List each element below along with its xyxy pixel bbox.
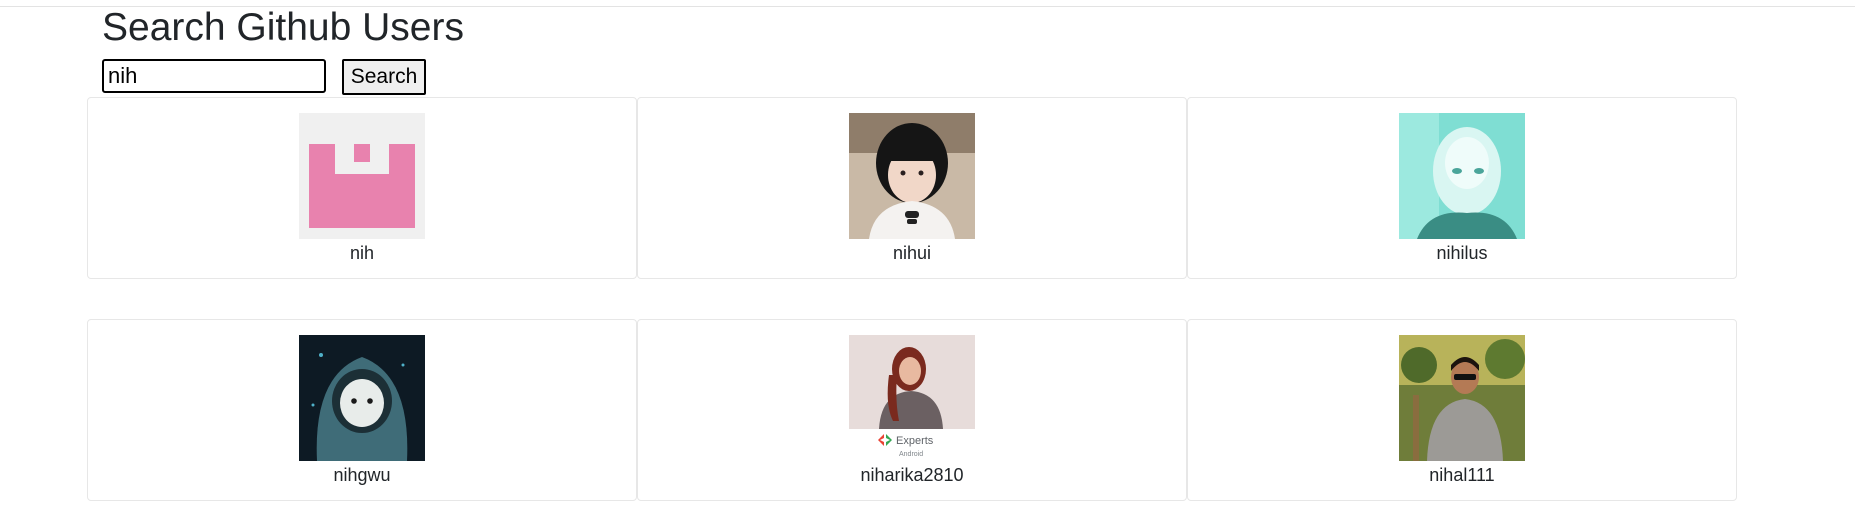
portrait-avatar[interactable] xyxy=(849,113,975,239)
experts-badge-text: Experts xyxy=(896,435,934,447)
user-card[interactable]: nihui xyxy=(637,97,1187,279)
inverted-portrait-avatar[interactable] xyxy=(1399,113,1525,239)
user-card[interactable]: Experts Android niharika2810 xyxy=(637,319,1187,501)
user-login[interactable]: nihal111 xyxy=(1429,464,1494,486)
user-login[interactable]: nihgwu xyxy=(333,464,390,486)
user-card[interactable]: nih xyxy=(87,97,637,279)
user-login[interactable]: niharika2810 xyxy=(860,464,963,486)
user-card[interactable]: nihgwu xyxy=(87,319,637,501)
user-card[interactable]: nihal111 xyxy=(1187,319,1737,501)
user-login[interactable]: nihui xyxy=(893,242,931,264)
android-badge-text: Android xyxy=(899,451,923,458)
search-input[interactable] xyxy=(102,59,326,93)
hooded-character-avatar[interactable] xyxy=(299,335,425,461)
outdoor-portrait-avatar[interactable] xyxy=(1399,335,1525,461)
page-title: Search Github Users xyxy=(102,6,464,49)
results-grid: nih nihui nihilus nihgwu Experts Android… xyxy=(87,97,1737,501)
search-button[interactable]: Search xyxy=(342,59,426,95)
identicon-avatar[interactable] xyxy=(299,113,425,239)
experts-android-avatar[interactable]: Experts Android xyxy=(849,335,975,461)
user-login[interactable]: nih xyxy=(350,242,374,264)
user-card[interactable]: nihilus xyxy=(1187,97,1737,279)
user-login[interactable]: nihilus xyxy=(1436,242,1487,264)
